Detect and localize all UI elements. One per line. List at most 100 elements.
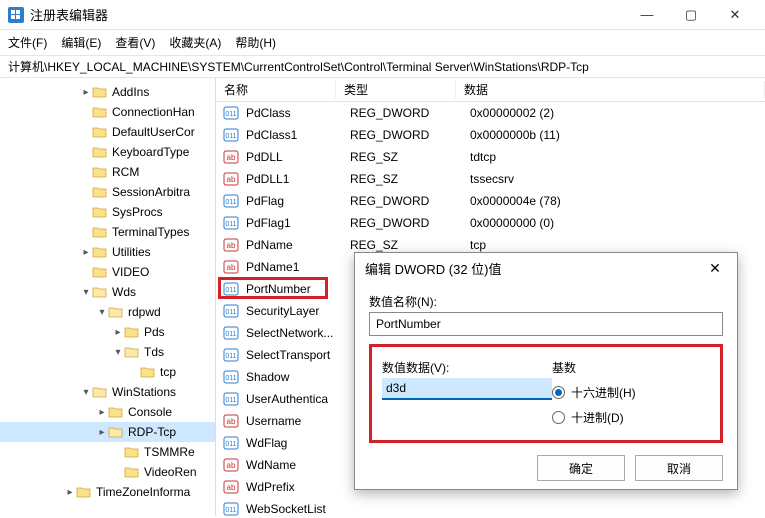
tree-item-label: SysProcs [112, 205, 163, 219]
chevron-right-icon[interactable]: ▸ [80, 87, 92, 98]
tree-item[interactable]: ▸AddIns [0, 82, 215, 102]
tree-item[interactable]: ▸ Console [0, 402, 215, 422]
tree-item-label: VideoRen [144, 465, 197, 479]
radio-dec[interactable]: 十进制(D) [552, 409, 710, 426]
folder-icon [140, 365, 156, 379]
tree-item-label: Wds [112, 285, 136, 299]
tree-item[interactable]: TSMMRe [0, 442, 215, 462]
svg-text:011: 011 [225, 199, 236, 206]
value-name-label: 数值名称(N): [369, 293, 723, 310]
ok-button[interactable]: 确定 [537, 455, 625, 481]
tree-item[interactable]: DefaultUserCor [0, 122, 215, 142]
minimize-button[interactable]: — [625, 1, 669, 29]
binary-value-icon: 011 [222, 369, 240, 385]
binary-value-icon: 011 [222, 303, 240, 319]
svg-text:011: 011 [225, 353, 236, 360]
folder-icon [92, 245, 108, 259]
tree-item[interactable]: ▾rdpwd [0, 302, 215, 322]
menu-file[interactable]: 文件(F) [8, 34, 47, 51]
tree-item-label: TSMMRe [144, 445, 195, 459]
tree-item[interactable]: ▾ WinStations [0, 382, 215, 402]
chevron-right-icon[interactable]: ▸ [96, 407, 108, 418]
value-type: REG_DWORD [342, 216, 462, 230]
value-type: REG_DWORD [342, 194, 462, 208]
folder-icon [92, 285, 108, 299]
value-row[interactable]: 011WebSocketList [216, 498, 765, 516]
title-bar: 注册表编辑器 — ▢ ✕ [0, 0, 765, 30]
value-data: tdtcp [462, 150, 765, 164]
chevron-down-icon[interactable]: ▾ [96, 307, 108, 318]
tree-item-label: DefaultUserCor [112, 125, 195, 139]
tree-item[interactable]: SysProcs [0, 202, 215, 222]
tree-item-label: KeyboardType [112, 145, 189, 159]
tree-item[interactable]: tcp [0, 362, 215, 382]
tree-item-label: RCM [112, 165, 139, 179]
chevron-right-icon[interactable]: ▸ [112, 327, 124, 338]
tree-item-label: WinStations [112, 385, 176, 399]
menu-favorites[interactable]: 收藏夹(A) [169, 34, 221, 51]
value-name-field[interactable] [369, 312, 723, 336]
binary-value-icon: 011 [222, 501, 240, 516]
chevron-right-icon[interactable]: ▸ [80, 247, 92, 258]
tree-item[interactable]: ▸RDP-Tcp [0, 422, 215, 442]
tree-item[interactable]: TerminalTypes [0, 222, 215, 242]
tree-item[interactable]: ▾ Wds [0, 282, 215, 302]
tree-item-label: tcp [160, 365, 176, 379]
chevron-right-icon[interactable]: ▸ [64, 487, 76, 498]
value-row[interactable]: abPdDLL1REG_SZtssecsrv [216, 168, 765, 190]
folder-icon [92, 265, 108, 279]
value-data-field[interactable] [382, 378, 552, 400]
tree-item[interactable]: ▸TimeZoneInforma [0, 482, 215, 502]
maximize-button[interactable]: ▢ [669, 1, 713, 29]
close-button[interactable]: ✕ [713, 1, 757, 29]
highlight-port-number [218, 277, 328, 299]
value-row[interactable]: abPdDLLREG_SZtdtcp [216, 146, 765, 168]
tree-item[interactable]: ▸Utilities [0, 242, 215, 262]
chevron-down-icon[interactable]: ▾ [80, 287, 92, 298]
tree-item-label: Console [128, 405, 172, 419]
app-icon [8, 7, 24, 23]
svg-text:ab: ab [227, 153, 236, 162]
tree-pane[interactable]: ▸AddIns ConnectionHan DefaultUserCor Keyboa… [0, 78, 216, 516]
svg-text:ab: ab [227, 461, 236, 470]
menu-edit[interactable]: 编辑(E) [61, 34, 101, 51]
menu-view[interactable]: 查看(V) [115, 34, 155, 51]
tree-item-label: SessionArbitra [112, 185, 190, 199]
cancel-button[interactable]: 取消 [635, 455, 723, 481]
dialog-close-button[interactable]: ✕ [703, 260, 727, 277]
value-row[interactable]: 011PdFlag1REG_DWORD0x00000000 (0) [216, 212, 765, 234]
value-row[interactable]: 011PdFlagREG_DWORD0x0000004e (78) [216, 190, 765, 212]
radio-hex[interactable]: 十六进制(H) [552, 384, 710, 401]
tree-item-label: TerminalTypes [112, 225, 189, 239]
value-name: PdFlag1 [246, 216, 342, 230]
svg-text:ab: ab [227, 263, 236, 272]
tree-item[interactable]: ▾Tds [0, 342, 215, 362]
tree-item[interactable]: SessionArbitra [0, 182, 215, 202]
svg-text:011: 011 [225, 441, 236, 448]
value-name: PdName [246, 238, 342, 252]
chevron-right-icon[interactable]: ▸ [96, 427, 108, 438]
tree-item[interactable]: VideoRen [0, 462, 215, 482]
chevron-down-icon[interactable]: ▾ [80, 387, 92, 398]
address-bar[interactable]: 计算机\HKEY_LOCAL_MACHINE\SYSTEM\CurrentCon… [0, 56, 765, 78]
col-name[interactable]: 名称 [216, 81, 336, 98]
tree-item[interactable]: ConnectionHan [0, 102, 215, 122]
menu-help[interactable]: 帮助(H) [235, 34, 276, 51]
value-data: 0x00000000 (0) [462, 216, 765, 230]
tree-item[interactable]: VIDEO [0, 262, 215, 282]
col-type[interactable]: 类型 [336, 81, 456, 98]
value-row[interactable]: 011PdClassREG_DWORD0x00000002 (2) [216, 102, 765, 124]
tree-item[interactable]: KeyboardType [0, 142, 215, 162]
tree-item[interactable]: ▸ Pds [0, 322, 215, 342]
col-data[interactable]: 数据 [456, 81, 765, 98]
column-header: 名称 类型 数据 [216, 78, 765, 102]
value-name: SelectNetwork... [246, 326, 342, 340]
value-row[interactable]: 011PdClass1REG_DWORD0x0000000b (11) [216, 124, 765, 146]
folder-icon [124, 345, 140, 359]
tree-item-label: Pds [144, 325, 165, 339]
tree-item[interactable]: RCM [0, 162, 215, 182]
value-name: SecurityLayer [246, 304, 342, 318]
chevron-down-icon[interactable]: ▾ [112, 347, 124, 358]
tree-item-label: ConnectionHan [112, 105, 195, 119]
svg-text:ab: ab [227, 175, 236, 184]
